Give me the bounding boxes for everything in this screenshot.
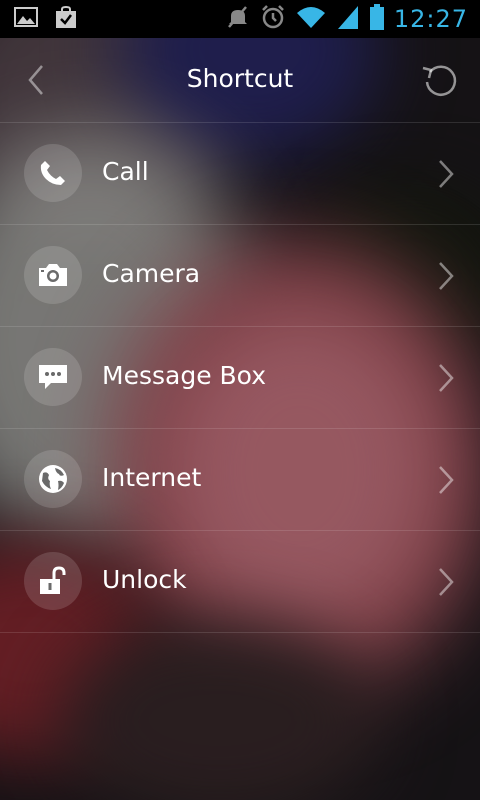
unlock-icon (40, 566, 66, 594)
shortcut-item-unlock[interactable]: Unlock (0, 530, 480, 633)
shopping-bag-check-icon (54, 5, 78, 33)
shortcut-label: Call (102, 157, 149, 186)
wifi-icon (296, 5, 326, 33)
refresh-button[interactable] (420, 60, 460, 100)
alarm-icon (260, 4, 286, 34)
refresh-icon (422, 65, 457, 96)
shortcut-label: Camera (102, 259, 201, 288)
phone-icon (40, 161, 65, 185)
chevron-right-icon (439, 466, 454, 494)
icon-circle (24, 246, 82, 304)
shortcut-item-message-box[interactable]: Message Box (0, 326, 480, 428)
camera-icon (39, 264, 67, 286)
chevron-right-icon (439, 160, 454, 188)
status-bar: 12:27 (0, 0, 480, 38)
signal-icon (336, 4, 360, 34)
chevron-right-icon (439, 364, 454, 392)
clock: 12:27 (393, 5, 468, 33)
shortcut-item-call[interactable]: Call (0, 122, 480, 224)
chevron-right-icon (439, 262, 454, 290)
picture-icon (14, 7, 38, 31)
shortcut-label: Internet (102, 463, 202, 492)
shortcut-item-camera[interactable]: Camera (0, 224, 480, 326)
shortcut-item-internet[interactable]: Internet (0, 428, 480, 530)
chevron-right-icon (439, 568, 454, 596)
shortcut-list: Call Camera Message Box Internet Unlock (0, 122, 480, 633)
mute-icon (226, 5, 250, 33)
header: Shortcut (0, 38, 480, 122)
shortcut-label: Message Box (102, 361, 266, 390)
message-icon (39, 365, 67, 389)
icon-circle (24, 450, 82, 508)
page-title: Shortcut (186, 64, 294, 93)
icon-circle (24, 144, 82, 202)
shortcut-label: Unlock (102, 565, 187, 594)
battery-icon (369, 4, 384, 34)
icon-circle (24, 348, 82, 406)
globe-icon (39, 465, 67, 493)
icon-circle (24, 552, 82, 610)
